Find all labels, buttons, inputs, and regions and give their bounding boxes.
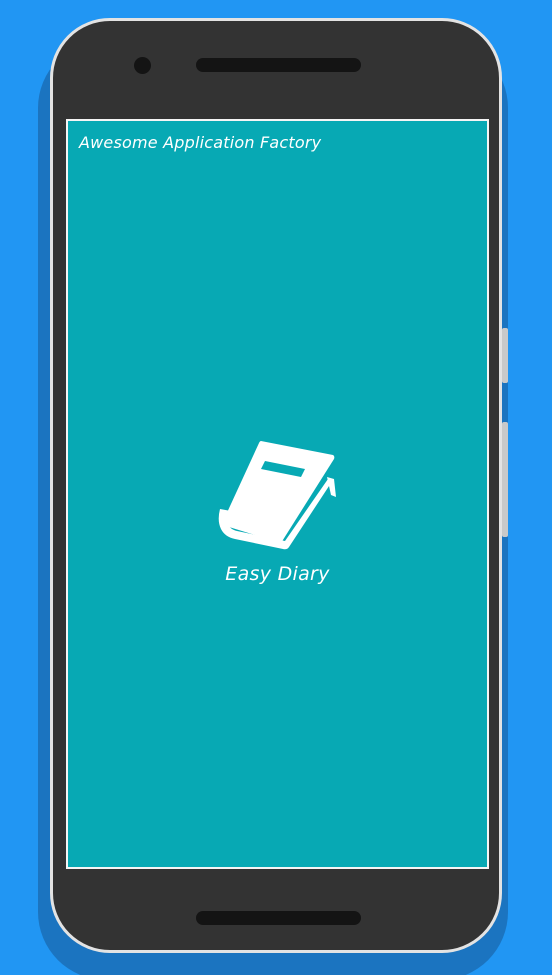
- book-icon: [218, 441, 336, 550]
- phone-frame: Awesome Application Factory Easy Diary: [50, 18, 502, 953]
- volume-button: [502, 422, 508, 537]
- company-name-label: Awesome Application Factory: [79, 133, 322, 152]
- earpiece-speaker: [196, 58, 361, 72]
- device-mockup-stage: Awesome Application Factory Easy Diary: [0, 0, 552, 975]
- bottom-speaker: [196, 911, 361, 925]
- front-camera: [134, 57, 151, 74]
- power-button: [502, 328, 508, 383]
- splash-screen: Awesome Application Factory Easy Diary: [66, 119, 489, 869]
- app-name-label: Easy Diary: [225, 563, 330, 585]
